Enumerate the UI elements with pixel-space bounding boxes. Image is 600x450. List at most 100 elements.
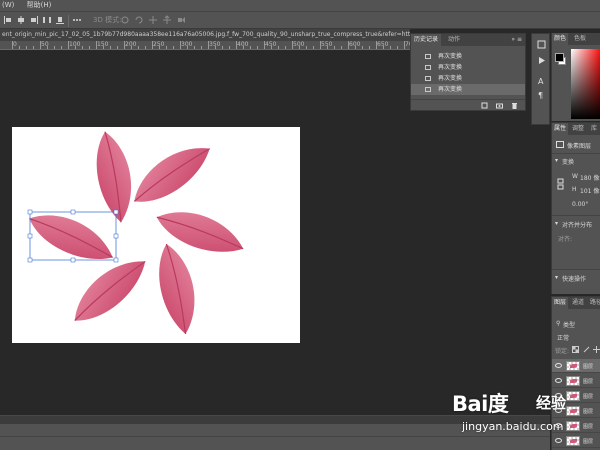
filter-search-icon[interactable]: ⚲ <box>556 320 560 327</box>
new-document-from-state-icon[interactable] <box>481 102 488 109</box>
panel-menu-icon[interactable]: » ≡ <box>511 34 522 46</box>
layer-row[interactable]: 图层 <box>552 374 600 388</box>
ruler-minor-tick <box>138 46 139 49</box>
distribute-icon[interactable] <box>42 15 52 25</box>
ruler-minor-tick <box>47 46 48 49</box>
tab-properties[interactable]: 属性 <box>552 123 569 135</box>
ruler-minor-tick <box>369 46 370 49</box>
align-center-icon[interactable] <box>16 15 26 25</box>
ruler-minor-tick <box>334 46 335 49</box>
svg-text:¶: ¶ <box>538 91 543 99</box>
ruler-minor-tick <box>33 46 34 49</box>
ruler-minor-tick <box>75 46 76 49</box>
tab-actions[interactable]: 动作 <box>445 34 463 46</box>
tab-paths[interactable]: 路径 <box>588 297 600 309</box>
more-options-icon[interactable] <box>72 15 82 25</box>
ruler-minor-tick <box>271 46 272 49</box>
ruler-minor-tick <box>159 46 160 49</box>
ruler-minor-tick <box>278 46 279 49</box>
menu-item-window[interactable]: (W) <box>2 1 14 9</box>
history-icon[interactable] <box>537 40 546 49</box>
eye-icon[interactable] <box>555 378 562 383</box>
align-section-chevron-icon[interactable]: ▾ <box>555 220 558 227</box>
ruler-minor-tick <box>243 46 244 49</box>
ruler-minor-tick <box>131 46 132 49</box>
tab-layers[interactable]: 图层 <box>552 297 569 309</box>
history-step-icon <box>425 65 431 70</box>
ruler-tick <box>376 41 377 49</box>
character-icon[interactable]: A <box>537 76 546 85</box>
lock-label: 锁定: <box>555 348 570 355</box>
divider <box>552 215 600 216</box>
layer-row[interactable]: 图层 <box>552 359 600 373</box>
3d-rotate-icon[interactable] <box>120 15 130 25</box>
quick-actions-chevron-icon[interactable]: ▾ <box>555 274 558 281</box>
ruler-minor-tick <box>201 46 202 49</box>
3d-slide-icon[interactable] <box>162 15 172 25</box>
ruler-minor-tick <box>110 46 111 49</box>
color-panel-tabs: 颜色 色板 <box>552 33 600 45</box>
ruler-minor-tick <box>173 46 174 49</box>
3d-mode-label: 3D 模式: <box>93 16 122 24</box>
camera-icon[interactable] <box>496 102 503 109</box>
paragraph-icon[interactable]: ¶ <box>537 90 546 99</box>
history-panel-tabs: 历史记录 动作 » ≡ <box>411 34 525 46</box>
play-icon[interactable] <box>537 56 546 65</box>
tab-color[interactable]: 颜色 <box>552 33 569 45</box>
ruler-minor-tick <box>299 46 300 49</box>
ruler-minor-tick <box>313 46 314 49</box>
history-item[interactable]: 再次变换 <box>411 51 525 62</box>
3d-roll-icon[interactable] <box>134 15 144 25</box>
lock-image-icon[interactable] <box>583 346 590 353</box>
baidu-jingyan-watermark: Bai度 经验 jingyan.baidu.com <box>452 388 600 440</box>
layer-kind-filter[interactable]: 类型 <box>563 320 575 329</box>
foreground-color-swatch[interactable] <box>555 53 564 62</box>
ruler-minor-tick <box>145 46 146 49</box>
link-icon[interactable] <box>557 178 564 190</box>
tab-swatches[interactable]: 色板 <box>572 33 588 45</box>
document-canvas[interactable] <box>12 127 300 343</box>
petal <box>133 148 210 202</box>
document-tab[interactable]: ent_origin_min_pic_17_02_05_1b79b77d980a… <box>0 29 410 41</box>
petal-artwork <box>27 131 244 335</box>
transform-section-chevron-icon[interactable]: ▾ <box>555 157 558 164</box>
width-field[interactable]: 180 像素 <box>580 173 600 182</box>
ruler-minor-tick <box>327 46 328 49</box>
align-bottom-icon[interactable] <box>55 15 65 25</box>
ruler-tick <box>320 41 321 49</box>
svg-text:A: A <box>538 77 544 85</box>
trash-icon[interactable] <box>511 102 518 109</box>
ruler-tick <box>404 41 405 49</box>
properties-panel: 属性 调整 库 像素图层 ▾ 变换 W 180 像素 H 101 像素 0.00… <box>551 122 600 294</box>
ruler-minor-tick <box>390 46 391 49</box>
ruler-minor-tick <box>19 46 20 49</box>
3d-scale-icon[interactable] <box>176 15 186 25</box>
height-field[interactable]: 101 像素 <box>580 186 600 195</box>
menu-item-help[interactable]: 帮助(H) <box>27 1 52 9</box>
ruler-minor-tick <box>117 46 118 49</box>
lock-transparent-icon[interactable] <box>572 346 579 353</box>
align-right-icon[interactable] <box>29 15 39 25</box>
ruler-minor-tick <box>306 46 307 49</box>
ruler-minor-tick <box>166 46 167 49</box>
history-item[interactable]: 再次变换 <box>411 73 525 84</box>
ruler-tick <box>68 41 69 49</box>
ruler-minor-tick <box>61 46 62 49</box>
tab-channels[interactable]: 通道 <box>570 297 586 309</box>
ruler-tick <box>292 41 293 49</box>
lock-position-icon[interactable] <box>593 346 600 353</box>
tab-libraries[interactable]: 库 <box>589 123 599 135</box>
options-bar: 3D 模式: <box>0 11 600 29</box>
tab-history[interactable]: 历史记录 <box>411 34 442 46</box>
eye-icon[interactable] <box>555 363 562 368</box>
tab-adjustments[interactable]: 调整 <box>570 123 586 135</box>
history-item-selected[interactable]: 再次变换 <box>411 84 525 95</box>
color-picker-field[interactable] <box>571 49 600 119</box>
blend-mode-select[interactable]: 正常 <box>557 333 569 342</box>
ruler-minor-tick <box>341 46 342 49</box>
3d-pan-icon[interactable] <box>148 15 158 25</box>
layers-panel-tabs: 图层 通道 路径 <box>552 297 600 309</box>
align-left-icon[interactable] <box>3 15 13 25</box>
history-item[interactable]: 再次变换 <box>411 62 525 73</box>
angle-field[interactable]: 0.00° <box>572 201 588 208</box>
